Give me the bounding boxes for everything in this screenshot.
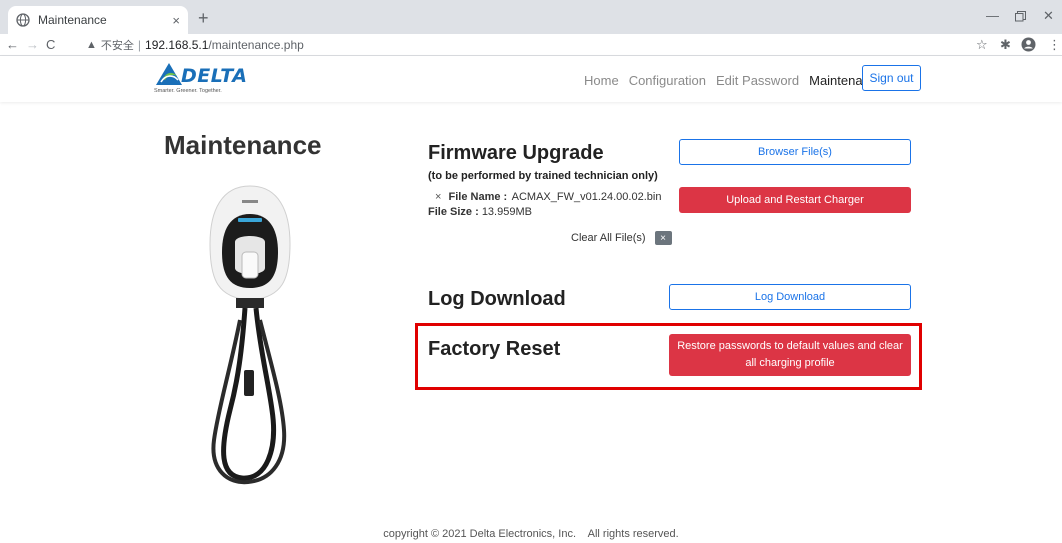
- nav-link-configuration[interactable]: Configuration: [629, 73, 706, 88]
- nav-link-edit-password[interactable]: Edit Password: [716, 73, 799, 88]
- browser-tab[interactable]: Maintenance ×: [8, 6, 188, 34]
- firmware-upgrade-heading: Firmware Upgrade: [428, 142, 604, 164]
- clear-all-files: Clear All File(s) ×: [571, 231, 672, 245]
- url-separator: |: [137, 38, 142, 52]
- globe-icon: [16, 13, 30, 27]
- back-icon[interactable]: ←: [6, 37, 19, 52]
- footer-copyright: copyright © 2021 Delta Electronics, Inc.…: [383, 528, 679, 540]
- upload-restart-button[interactable]: Upload and Restart Charger: [679, 187, 911, 213]
- log-download-button[interactable]: Log Download: [669, 284, 911, 310]
- selected-file-name: × File Name : ACMAX_FW_v01.24.00.02.bin: [435, 191, 661, 203]
- reload-icon[interactable]: C: [46, 37, 55, 52]
- file-size-value: 13.959MB: [481, 206, 532, 218]
- menu-icon[interactable]: ⋮: [1048, 37, 1061, 53]
- nav-link-home[interactable]: Home: [584, 73, 619, 88]
- factory-reset-button[interactable]: Restore passwords to default values and …: [669, 334, 911, 376]
- url-field[interactable]: ▲ 不安全 | 192.168.5.1/maintenance.php: [86, 36, 304, 54]
- profile-icon[interactable]: [1021, 37, 1036, 52]
- maximize-icon[interactable]: [1015, 11, 1026, 22]
- insecure-label: 不安全: [100, 39, 134, 52]
- tab-title: Maintenance: [38, 13, 107, 27]
- url-text: 192.168.5.1/maintenance.php: [145, 38, 304, 52]
- extensions-icon[interactable]: ✱: [1000, 37, 1011, 53]
- log-download-heading: Log Download: [428, 288, 566, 310]
- logo-tagline: Smarter. Greener. Together.: [154, 88, 222, 94]
- clear-all-button[interactable]: ×: [654, 231, 672, 245]
- file-name-label: File Name :: [448, 191, 508, 203]
- file-size-label: File Size :: [428, 206, 479, 218]
- forward-icon[interactable]: →: [26, 37, 39, 52]
- factory-reset-heading: Factory Reset: [428, 338, 561, 360]
- url-path: /maintenance.php: [208, 38, 304, 52]
- warning-icon[interactable]: ▲: [86, 39, 97, 51]
- ev-charger-image: [209, 185, 291, 485]
- browser-tab-bar: Maintenance × + — ✕: [0, 0, 1062, 34]
- star-icon[interactable]: ☆: [976, 37, 988, 53]
- page-title: Maintenance: [164, 130, 322, 160]
- browse-files-button[interactable]: Browser File(s): [679, 139, 911, 165]
- address-bar: ← → C ▲ 不安全 | 192.168.5.1/maintenance.ph…: [0, 34, 1062, 56]
- delta-logo-icon: [156, 63, 182, 85]
- firmware-note: (to be performed by trained technician o…: [428, 170, 658, 182]
- file-name-value: ACMAX_FW_v01.24.00.02.bin: [511, 191, 662, 203]
- url-host: 192.168.5.1: [145, 38, 209, 52]
- site-navbar: DELTA Smarter. Greener. Together. Home C…: [0, 56, 1062, 102]
- selected-file-size: File Size : 13.959MB: [428, 206, 532, 218]
- close-icon[interactable]: ✕: [1043, 8, 1054, 24]
- delta-logo[interactable]: DELTA Smarter. Greener. Together.: [153, 60, 263, 98]
- tab-close-icon[interactable]: ×: [172, 13, 180, 28]
- nav-links: Home Configuration Edit Password Mainten…: [584, 73, 884, 88]
- sign-out-button[interactable]: Sign out: [862, 65, 921, 91]
- minimize-icon[interactable]: —: [986, 8, 999, 23]
- logo-text: DELTA: [181, 65, 248, 87]
- new-tab-icon[interactable]: +: [198, 9, 209, 27]
- remove-file-icon[interactable]: ×: [435, 191, 441, 203]
- clear-all-label: Clear All File(s): [571, 232, 646, 244]
